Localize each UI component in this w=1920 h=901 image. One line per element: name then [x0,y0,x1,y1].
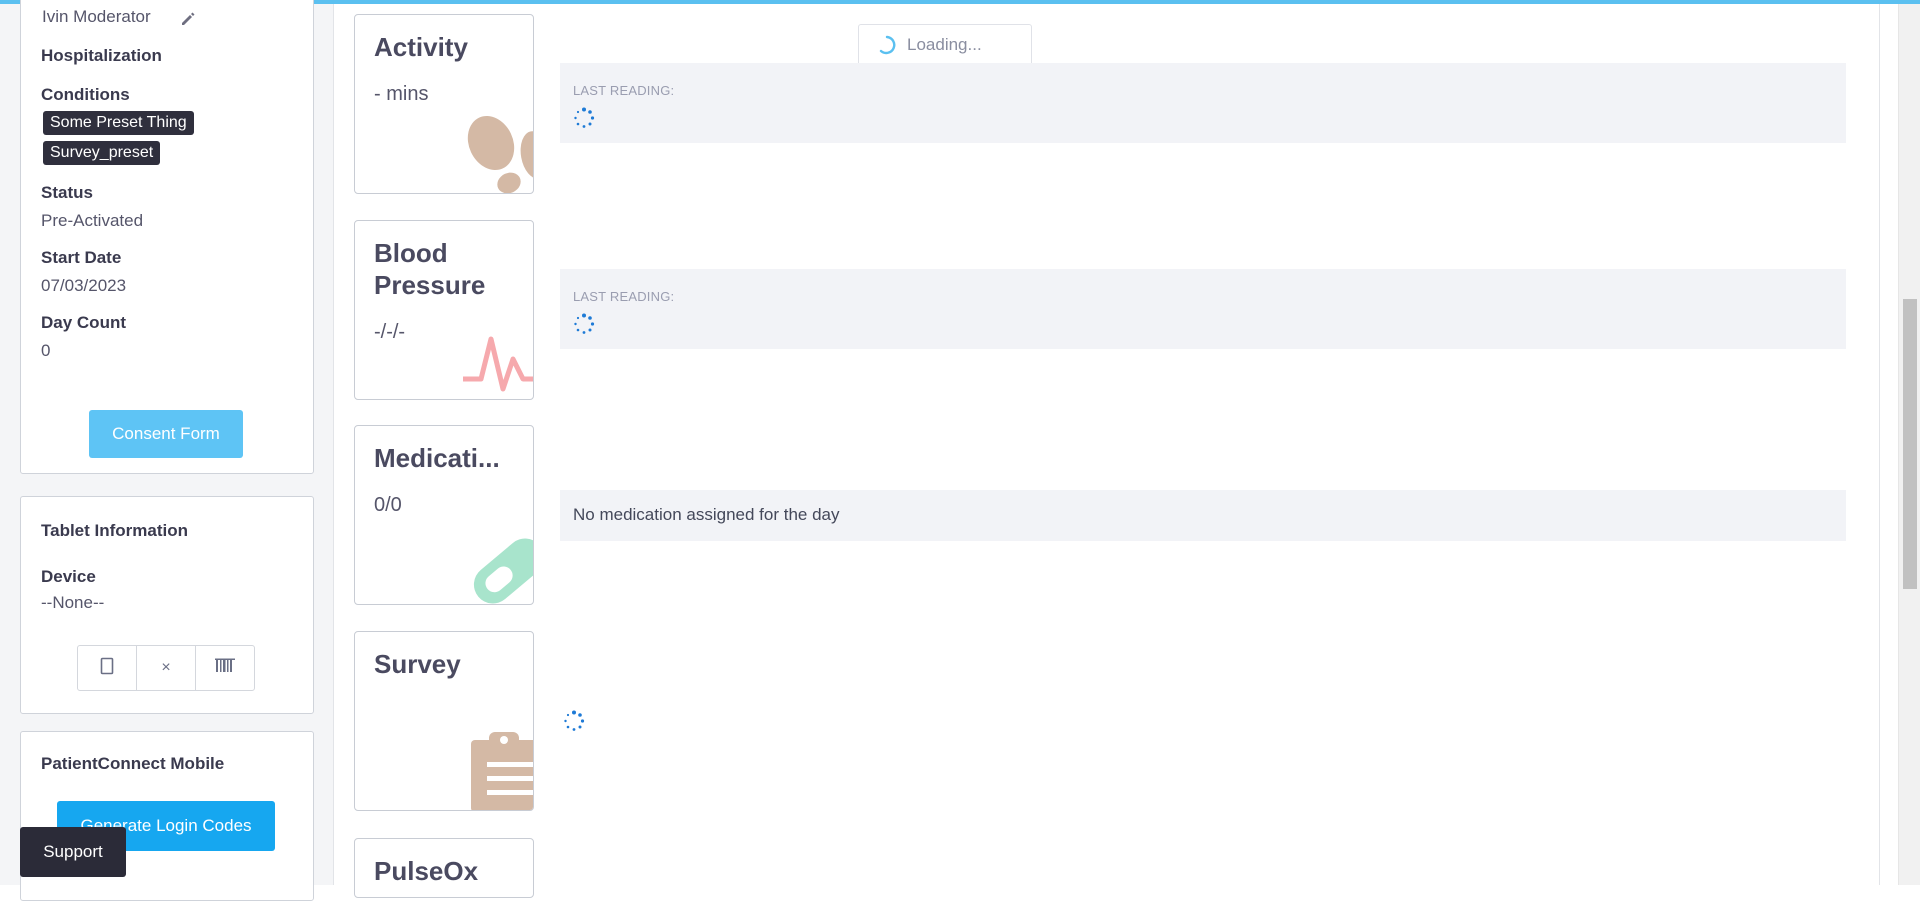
condition-chip: Some Preset Thing [43,111,194,135]
left-sidebar: Ivin Moderator Hospitalization Condition… [0,0,333,901]
activity-value: - mins [374,83,429,105]
clipboard-icon [469,730,533,810]
heartbeat-icon [463,319,533,399]
loading-text: Loading... [907,34,982,54]
loading-spinner-icon [877,35,897,60]
tablet-assign-button[interactable] [78,646,137,690]
loading-spinner-icon [573,313,595,334]
tablet-actions-group: × [77,645,255,691]
status-value: Pre-Activated [41,211,144,230]
tablet-information-title: Tablet Information [41,521,189,540]
survey-title: Survey [374,649,461,679]
activity-tile[interactable]: Activity - mins [354,14,534,194]
consent-form-button[interactable]: Consent Form [89,410,243,458]
scrollbar-thumb[interactable] [1903,299,1917,589]
vertical-scrollbar[interactable] [1898,4,1920,885]
medication-message: No medication assigned for the day [573,505,840,524]
loading-indicator: Loading... [858,24,1032,64]
medication-tile[interactable]: Medicati... 0/0 [354,425,534,605]
blood-pressure-tile[interactable]: Blood Pressure -/-/- [354,220,534,400]
day-count-value: 0 [41,341,51,360]
footprints-icon [463,111,533,193]
activity-last-reading-label: LAST READING: [573,83,675,98]
blood-pressure-last-reading-label: LAST READING: [573,289,675,304]
loading-spinner-icon [573,107,595,128]
medication-value: 0/0 [374,494,402,516]
blood-pressure-title: Blood Pressure [374,238,486,300]
survey-tile[interactable]: Survey [354,631,534,811]
conditions-label: Conditions [41,85,130,104]
hospitalization-label: Hospitalization [41,46,162,65]
patientconnect-mobile-title: PatientConnect Mobile [41,754,225,773]
tablet-remove-button[interactable]: × [137,646,196,690]
status-label: Status [41,183,93,202]
start-date-value: 07/03/2023 [41,276,127,295]
pulseox-title: PulseOx [374,856,479,886]
medication-panel: No medication assigned for the day [560,490,1846,541]
close-icon: × [161,659,171,676]
device-value: --None-- [41,593,105,612]
pulseox-tile[interactable]: PulseOx [354,838,534,898]
tablet-icon [100,657,114,680]
device-label: Device [41,567,96,586]
activity-reading-panel: LAST READING: [560,63,1846,143]
barcode-icon [215,658,235,679]
blood-pressure-reading-panel: LAST READING: [560,269,1846,349]
loading-spinner-icon [563,710,585,731]
medication-title: Medicati... [374,443,500,473]
moderator-name: Ivin Moderator [42,7,151,26]
start-date-label: Start Date [41,248,122,267]
blood-pressure-value: -/-/- [374,321,406,343]
tablet-barcode-button[interactable] [196,646,254,690]
activity-title: Activity [374,32,468,62]
pill-icon [459,522,533,604]
patient-details-card: Ivin Moderator Hospitalization Condition… [20,0,314,474]
support-button[interactable]: Support [20,827,126,877]
condition-chip: Survey_preset [43,141,161,165]
edit-pencil-icon[interactable] [180,11,196,32]
day-count-label: Day Count [41,313,126,332]
